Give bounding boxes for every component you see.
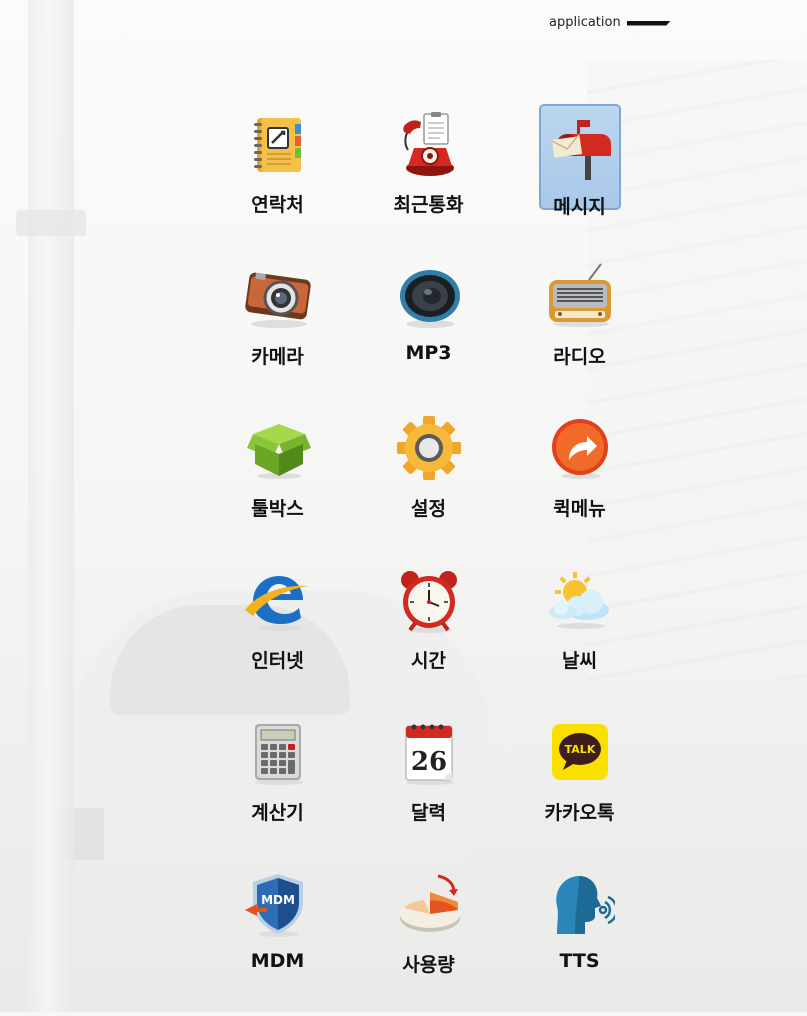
alarm-clock-icon: [394, 566, 464, 636]
app-label: 달력: [411, 802, 446, 824]
app-camera[interactable]: 카메라: [202, 256, 353, 408]
app-label: 설정: [411, 498, 446, 520]
mailbox-icon: [545, 112, 615, 182]
mdm-shield-icon: MDM: [243, 870, 313, 940]
app-radio[interactable]: 라디오: [504, 256, 655, 408]
calendar-day-number: 26: [410, 747, 446, 777]
app-label: 날씨: [562, 650, 597, 672]
app-usage[interactable]: 사용량: [353, 864, 504, 1016]
app-tts[interactable]: TTS: [504, 864, 655, 1016]
app-label: 카메라: [251, 346, 304, 368]
app-time[interactable]: 시간: [353, 560, 504, 712]
background-pole: [28, 0, 74, 1012]
orange-arrow-icon: [545, 414, 615, 484]
app-recent-calls[interactable]: 최근통화: [353, 104, 504, 256]
tts-head-icon: [545, 870, 615, 940]
radio-icon: [545, 262, 615, 332]
app-quick-menu[interactable]: 퀵메뉴: [504, 408, 655, 560]
kakaotalk-badge-text: TALK: [564, 743, 595, 756]
app-contacts[interactable]: 연락처: [202, 104, 353, 256]
app-mdm[interactable]: MDM MDM: [202, 864, 353, 1016]
background-pole-cap: [16, 210, 86, 236]
app-calculator[interactable]: 계산기: [202, 712, 353, 864]
calculator-icon: [243, 718, 313, 788]
app-label: 최근통화: [393, 194, 464, 216]
app-label: TTS: [559, 950, 600, 972]
usage-pie-chart-icon: [394, 870, 464, 940]
app-weather[interactable]: 날씨: [504, 560, 655, 712]
app-settings[interactable]: 설정: [353, 408, 504, 560]
app-toolbox[interactable]: 툴박스: [202, 408, 353, 560]
app-grid: 연락처 최근통화 메시지 카메라 MP3 라디오 툴박스 설정 퀵메뉴 인터넷 …: [202, 104, 655, 1016]
green-box-icon: [243, 414, 313, 484]
app-label: 연락처: [251, 194, 304, 216]
app-label: 퀵메뉴: [553, 498, 606, 520]
kakaotalk-icon: TALK: [545, 718, 615, 788]
header-title: application: [549, 14, 621, 30]
internet-explorer-icon: [243, 566, 313, 636]
red-telephone-icon: [394, 110, 464, 180]
app-label: 시간: [411, 650, 446, 672]
app-label: 계산기: [251, 802, 304, 824]
app-label: MDM: [250, 950, 305, 972]
app-label: 메시지: [553, 196, 606, 218]
mdm-badge-text: MDM: [261, 893, 295, 907]
app-label: 인터넷: [251, 650, 304, 672]
calendar-icon: 26: [394, 718, 464, 788]
speaker-icon: [394, 262, 464, 332]
app-label: MP3: [405, 342, 452, 364]
app-message[interactable]: 메시지: [504, 104, 655, 256]
gear-icon: [394, 414, 464, 484]
app-kakaotalk[interactable]: TALK 카카오톡: [504, 712, 655, 864]
app-label: 라디오: [553, 346, 606, 368]
app-mp3[interactable]: MP3: [353, 256, 504, 408]
app-calendar[interactable]: 26 달력: [353, 712, 504, 864]
header: application: [549, 12, 671, 32]
contacts-book-icon: [243, 110, 313, 180]
app-internet[interactable]: 인터넷: [202, 560, 353, 712]
header-underline-bar: [626, 20, 671, 26]
app-label: 사용량: [402, 954, 455, 976]
app-label: 카카오톡: [544, 802, 615, 824]
weather-sun-cloud-icon: [545, 566, 615, 636]
camera-icon: [243, 262, 313, 332]
app-label: 툴박스: [251, 498, 304, 520]
